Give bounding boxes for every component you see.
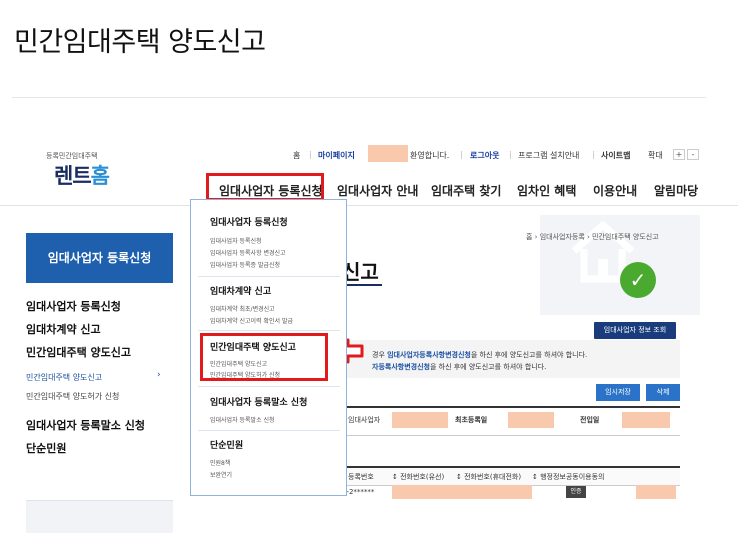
util-separator: | [592, 150, 595, 159]
dropdown-item[interactable]: 보완연기 [210, 470, 232, 479]
dropdown-item[interactable]: 임대차계약 신고이력 확인서 발급 [210, 316, 293, 325]
zoom-out-button[interactable]: - [687, 149, 699, 160]
delete-button[interactable]: 삭제 [646, 384, 680, 401]
sidebar-item-lease-report[interactable]: 임대차계약 신고 [26, 321, 101, 337]
dropdown-item[interactable]: 임대사업자 등록신청 [210, 236, 262, 245]
util-program-link[interactable]: 프로그램 설치안내 [518, 150, 579, 161]
label-first-registration: 최초등록일 [455, 416, 488, 424]
redacted-owner [392, 412, 448, 428]
th-phone-mobile[interactable]: ↕ 전화번호(휴대전화) [456, 472, 521, 482]
util-logout-link[interactable]: 로그아웃 [470, 150, 499, 161]
notice-line-1: 경우 임대사업자등록사항변경신청을 하신 후에 양도신고를 하셔야 합니다. [372, 350, 587, 360]
sidebar-subitem-transfer-permit[interactable]: 민간임대주택 양도허가 신청 [26, 391, 119, 402]
sidebar-item-transfer-report[interactable]: 민간임대주택 양도신고 [26, 344, 131, 360]
util-welcome-text: 환영합니다. [410, 151, 450, 160]
sidebar-item-simple-civil[interactable]: 단순민원 [26, 440, 66, 456]
sidebar-item-deregistration[interactable]: 임대사업자 등록말소 신청 [26, 417, 145, 433]
notice-line-1-link[interactable]: 임대사업자등록사항변경신청 [387, 351, 471, 359]
nav-notice-board[interactable]: 알림마당 [654, 182, 698, 199]
nav-tenant-benefits[interactable]: 임차인 혜택 [517, 182, 576, 199]
auth-button[interactable]: 인증 [566, 486, 586, 498]
util-mypage-link[interactable]: 마이페이지 [318, 150, 355, 161]
dropdown-item[interactable]: 임대사업자 등록사항 변경신고 [210, 248, 286, 257]
notice-line-1-text-b: 을 하신 후에 양도신고를 하셔야 합니다. [470, 351, 588, 359]
notice-line-2-text-b: 을 하신 후에 양도신고를 하셔야 합니다. [429, 363, 547, 371]
th-reg-no: 등록번호 [348, 473, 374, 481]
dropdown-item[interactable]: 민원8책 [210, 458, 230, 467]
sidebar-subitem-transfer-report[interactable]: 민간임대주택 양도신고 [26, 372, 102, 383]
dropdown-item[interactable]: 임대사업자 등록증 발급신청 [210, 260, 280, 269]
util-sitemap-link[interactable]: 사이트맵 [601, 150, 630, 161]
owner-info-lookup-button[interactable]: 임대사업자 정보 조회 [594, 322, 676, 339]
site-logo[interactable]: 렌트홈 [54, 160, 110, 190]
chevron-right-icon: › [157, 370, 161, 380]
sidebar-item-owner-registration[interactable]: 임대사업자 등록신청 [26, 298, 121, 314]
dropdown-divider [198, 276, 340, 277]
dropdown-group-simple-civil[interactable]: 단순민원 [210, 438, 243, 451]
dropdown-divider [198, 386, 340, 387]
dropdown-group-deregistration[interactable]: 임대사업자 등록말소 신청 [210, 395, 307, 408]
notice-line-2-link[interactable]: 자등록사항변경신청 [372, 363, 430, 371]
breadcrumb: 홈 › 임대사업자등록 › 민간임대주택 양도신고 [526, 233, 659, 241]
th-admin-info-consent[interactable]: ↕ 행정정보공동이용동의 [532, 472, 605, 482]
util-home-link[interactable]: 홈 [293, 150, 300, 161]
util-separator: | [309, 150, 312, 159]
redacted-first-registration [508, 412, 554, 428]
dropdown-item[interactable]: 임대사업자 등록말소 신청 [210, 415, 275, 424]
logo-text-b: 홈 [90, 164, 110, 188]
dropdown-highlight-box [200, 333, 328, 381]
sidebar-bottom-panel [26, 500, 173, 533]
dropdown-group-lease-report[interactable]: 임대차계약 신고 [210, 284, 271, 297]
nav-find-housing[interactable]: 임대주택 찾기 [431, 182, 501, 199]
zoom-label: 확대 [648, 151, 663, 160]
title-underline [342, 284, 382, 286]
label-transfer-date: 전입일 [580, 416, 600, 424]
nav-owner-guide[interactable]: 임대사업자 안내 [337, 182, 418, 199]
sidebar-heading: 임대사업자 등록신청 [26, 233, 173, 283]
dropdown-divider [198, 330, 340, 331]
label-owner: 임대사업자 [348, 416, 381, 424]
nav-highlight-box [206, 173, 324, 201]
util-separator: | [460, 150, 463, 159]
title-divider [12, 97, 706, 98]
redacted-phone [392, 485, 532, 499]
header-divider [0, 205, 738, 206]
notice-line-2: 자등록사항변경신청을 하신 후에 양도신고를 하셔야 합니다. [372, 362, 546, 372]
redacted-username [368, 145, 408, 162]
util-separator: | [509, 150, 512, 159]
temp-save-button[interactable]: 임시저장 [596, 384, 640, 401]
zoom-in-button[interactable]: + [673, 149, 685, 160]
logo-text-a: 렌트 [54, 164, 92, 188]
check-icon: ✓ [620, 262, 656, 298]
page-title: 민간임대주택 양도신고 [14, 27, 266, 58]
redacted-consent [636, 485, 676, 499]
content-title: 신고 [342, 260, 379, 284]
dropdown-item[interactable]: 임대차계약 최초/변경신고 [210, 304, 275, 313]
dropdown-group-owner-registration[interactable]: 임대사업자 등록신청 [210, 215, 288, 228]
th-phone-landline[interactable]: ↕ 전화번호(유선) [392, 472, 444, 482]
notice-line-1-text-a: 경우 [372, 351, 388, 359]
nav-usage-guide[interactable]: 이용안내 [593, 182, 637, 199]
dropdown-divider [198, 430, 340, 431]
redacted-transfer-date [622, 412, 670, 428]
